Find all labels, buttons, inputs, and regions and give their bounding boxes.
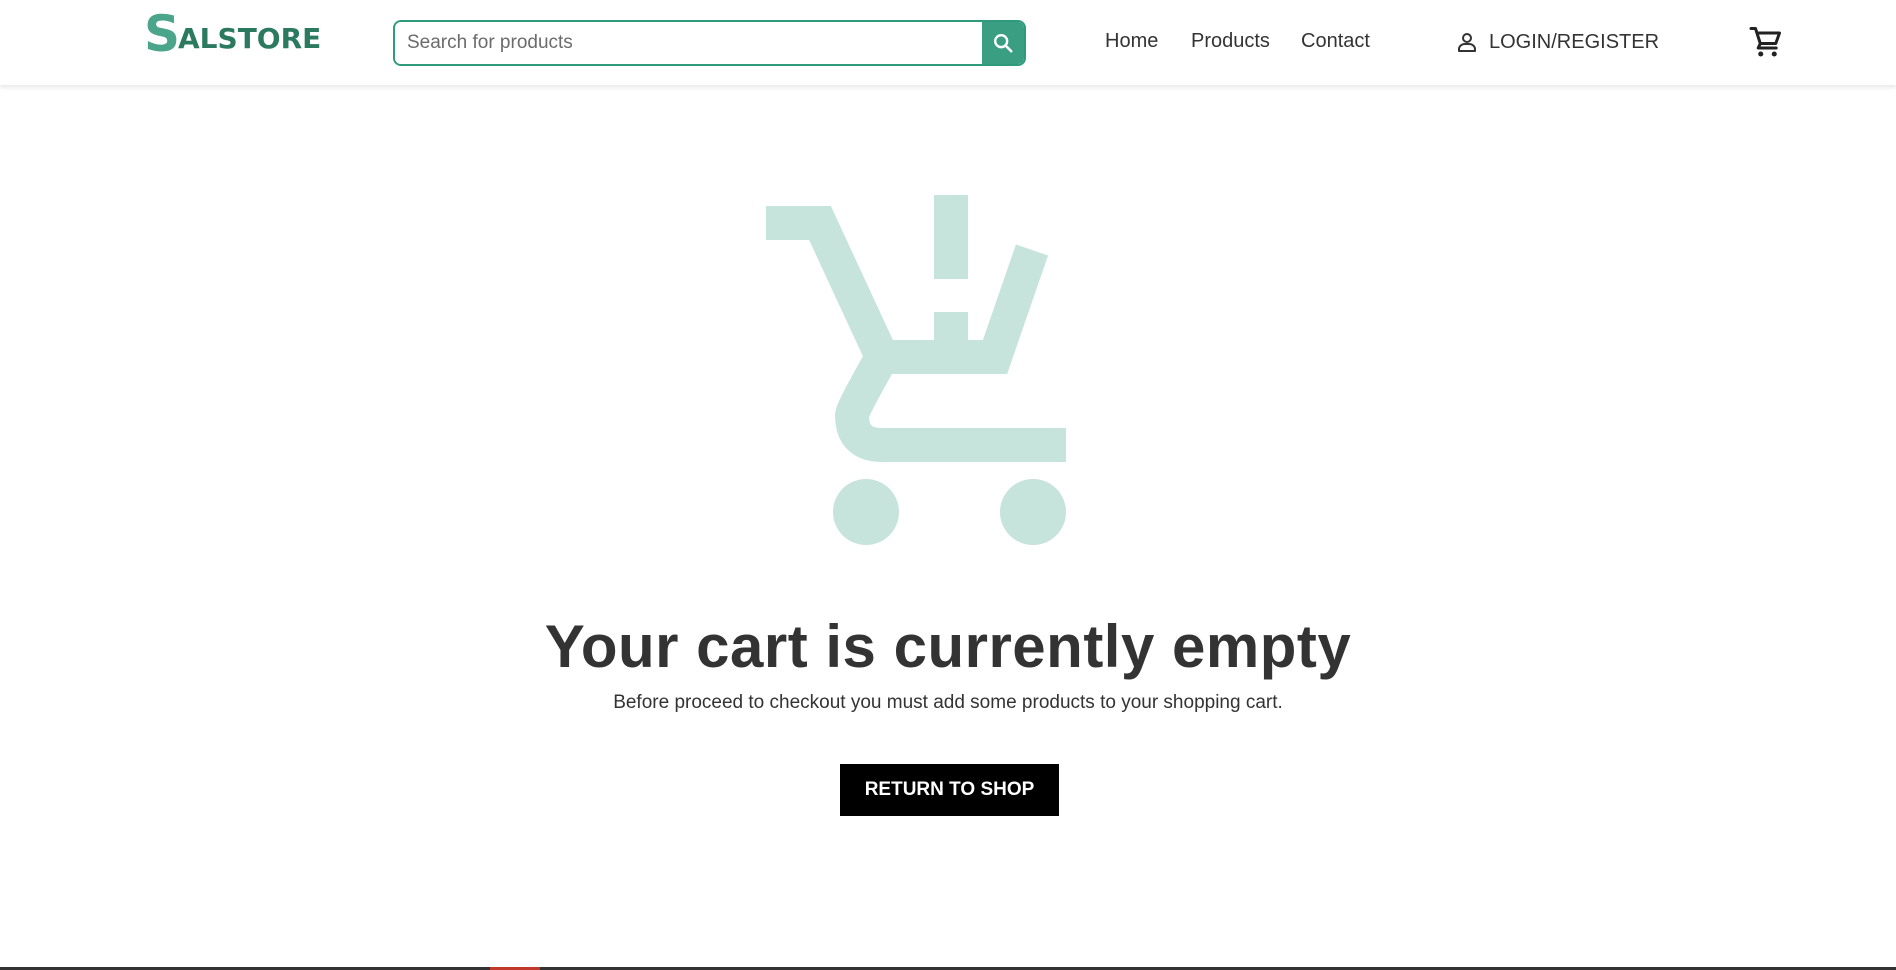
login-register-label: LOGIN/REGISTER [1489, 30, 1660, 53]
logo-initial: S [144, 5, 180, 63]
nav-item-products[interactable]: Products [1191, 30, 1270, 53]
nav-item-home[interactable]: Home [1105, 30, 1158, 53]
login-register-link[interactable]: LOGIN/REGISTER [1455, 30, 1659, 54]
return-to-shop-button[interactable]: RETURN TO SHOP [840, 764, 1059, 816]
search-bar [393, 20, 1026, 66]
search-button[interactable] [982, 22, 1024, 64]
empty-cart-title: Your cart is currently empty [544, 613, 1352, 680]
search-input[interactable] [395, 22, 982, 64]
nav-home-link[interactable]: Home [1105, 30, 1158, 53]
search-icon [994, 34, 1013, 53]
site-header: S ALSTORE Home Products Contact LOGIN/RE… [0, 0, 1896, 86]
brand-logo[interactable]: S ALSTORE [144, 5, 322, 63]
logo-text: ALSTORE [178, 22, 322, 55]
cart-icon [1749, 27, 1781, 57]
cart-button[interactable] [1748, 24, 1784, 60]
empty-cart-icon [766, 195, 1066, 545]
nav-products-link[interactable]: Products [1191, 30, 1270, 53]
user-icon [1455, 30, 1479, 54]
nav-contact-link[interactable]: Contact [1301, 30, 1370, 53]
nav-item-contact[interactable]: Contact [1301, 30, 1370, 53]
empty-cart-message: Before proceed to checkout you must add … [613, 692, 1283, 713]
